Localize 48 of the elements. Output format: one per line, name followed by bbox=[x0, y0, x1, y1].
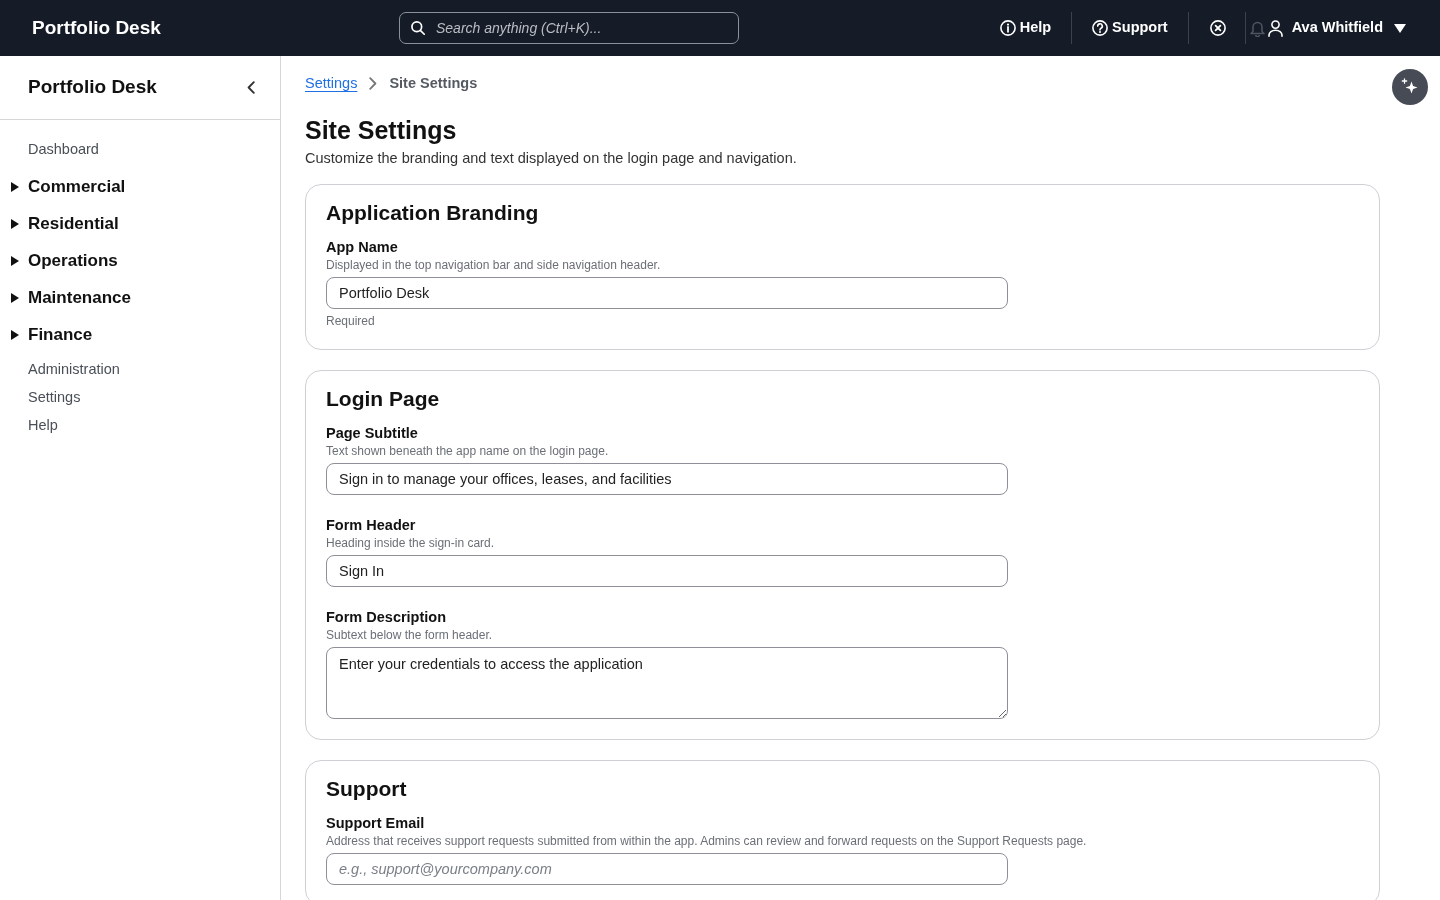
field-label: Support Email bbox=[326, 814, 425, 832]
support-button[interactable]: Support bbox=[1092, 17, 1168, 39]
field-note: Required bbox=[326, 313, 376, 329]
field-help-text: Displayed in the top navigation bar and side navigation header. bbox=[326, 257, 662, 273]
assistant-button[interactable] bbox=[1392, 69, 1428, 105]
field-label: Form Header bbox=[326, 516, 416, 534]
chevron-left-icon[interactable] bbox=[247, 81, 255, 94]
sidebar-group[interactable]: Commercial bbox=[0, 168, 126, 205]
close-icon[interactable] bbox=[1209, 20, 1226, 36]
sidebar-item[interactable]: Settings bbox=[0, 384, 81, 412]
field-label: Page Subtitle bbox=[326, 424, 418, 442]
breadcrumb-link[interactable]: Settings bbox=[305, 74, 358, 92]
sidebar-item[interactable]: Help bbox=[0, 412, 58, 440]
chevron-right-icon bbox=[369, 76, 378, 90]
page-title: Site Settings bbox=[305, 115, 458, 145]
user-menu-button[interactable]: Ava Whitfield bbox=[1267, 17, 1406, 39]
field-label: App Name bbox=[326, 238, 398, 256]
field-label: Form Description bbox=[326, 608, 447, 626]
field-help-text: Address that receives support requests submitted from within the app. Admins can review and forward requests on the Support Requests page. bbox=[326, 833, 1088, 849]
search-icon bbox=[411, 21, 425, 35]
field-help-text: Heading inside the sign-in card. bbox=[326, 535, 496, 551]
section-title: Login Page bbox=[326, 386, 441, 412]
input-field[interactable]: Portfolio Desk bbox=[326, 277, 1008, 309]
app-brand: Portfolio Desk bbox=[31, 15, 162, 40]
sparkle-icon bbox=[1401, 78, 1419, 96]
search-field[interactable]: Search anything (Ctrl+K)... bbox=[399, 12, 739, 44]
sidebar-item[interactable]: Dashboard bbox=[0, 136, 99, 164]
field-help-text: Subtext below the form header. bbox=[326, 627, 494, 643]
info-icon bbox=[999, 20, 1016, 36]
sidebar-group[interactable]: Operations bbox=[0, 242, 118, 279]
help-button[interactable]: Help bbox=[999, 17, 1052, 39]
sidebar-group[interactable]: Residential bbox=[0, 205, 119, 242]
input-field[interactable]: e.g., support@yourcompany.com bbox=[326, 853, 1008, 885]
sidebar-group[interactable]: Finance bbox=[0, 316, 93, 353]
input-field[interactable]: Sign In bbox=[326, 555, 1008, 587]
caret-down-icon bbox=[1394, 23, 1406, 33]
input-field[interactable]: Sign in to manage your offices, leases, and facilities bbox=[326, 463, 1008, 495]
user-icon bbox=[1267, 19, 1283, 37]
section-title: Support bbox=[326, 776, 408, 802]
page-subtitle: Customize the branding and text displayed on the login page and navigation. bbox=[305, 149, 798, 168]
textarea-field[interactable]: Enter your credentials to access the application bbox=[326, 647, 1008, 719]
field-help-text: Text shown beneath the app name on the login page. bbox=[326, 443, 610, 459]
sidebar-item[interactable]: Administration bbox=[0, 356, 120, 384]
sidebar-group[interactable]: Maintenance bbox=[0, 279, 131, 316]
breadcrumb-current: Site Settings bbox=[389, 74, 478, 92]
question-icon bbox=[1092, 20, 1109, 36]
sidebar-title: Portfolio Desk bbox=[28, 76, 157, 99]
section-title: Application Branding bbox=[326, 200, 540, 226]
